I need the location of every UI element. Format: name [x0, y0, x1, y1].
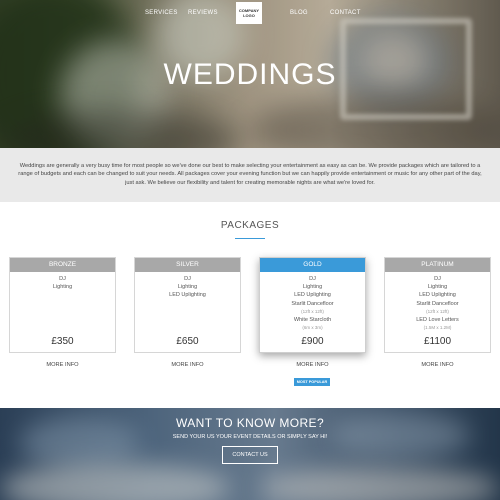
package-price: £1100: [423, 336, 452, 347]
nav-link-reviews[interactable]: REVIEWS: [188, 10, 218, 16]
package-feature: Lighting: [52, 284, 73, 291]
more-info-link-gold[interactable]: MORE INFO: [259, 362, 366, 368]
hero-banner: SERVICES REVIEWS COMPANY LOGO BLOG CONTA…: [0, 0, 500, 148]
cta-heading: WANT TO KNOW MORE?: [175, 416, 325, 430]
more-info-link-silver[interactable]: MORE INFO: [134, 362, 241, 368]
package-card-gold[interactable]: GOLD DJ Lighting LED Uplighting Starlit …: [259, 257, 366, 353]
logo-line-2: LOGO: [243, 13, 255, 18]
package-feature: LED Uplighting: [169, 292, 206, 299]
packages-heading: PACKAGES: [220, 220, 280, 231]
package-card-bronze[interactable]: BRONZE DJ Lighting £350: [9, 257, 116, 353]
nav-link-services[interactable]: SERVICES: [145, 10, 178, 16]
package-name: BRONZE: [10, 258, 115, 272]
package-feature-size: (12ft x 12ft): [426, 308, 449, 314]
package-feature: Starlit Dancefloor: [291, 300, 334, 307]
package-price: £350: [51, 336, 74, 347]
package-price: £650: [176, 336, 199, 347]
package-price: £900: [301, 336, 324, 347]
company-logo[interactable]: COMPANY LOGO: [236, 2, 262, 24]
contact-cta-section: WANT TO KNOW MORE? SEND YOUR US YOUR EVE…: [0, 408, 500, 500]
package-feature: White Starcloth: [293, 316, 332, 323]
most-popular-badge: MOST POPULAR: [294, 378, 330, 386]
package-feature-size: (6m x 3m): [302, 325, 323, 331]
package-feature: DJ: [59, 276, 66, 282]
package-features: DJ Lighting LED Uplighting: [135, 272, 240, 300]
top-nav: SERVICES REVIEWS COMPANY LOGO BLOG CONTA…: [0, 0, 500, 30]
packages-divider: [235, 238, 265, 239]
package-feature: Lighting: [427, 284, 448, 291]
package-card-silver[interactable]: SILVER DJ Lighting LED Uplighting £650: [134, 257, 241, 353]
package-name: PLATINUM: [385, 258, 490, 272]
page-title: WEDDINGS: [163, 58, 337, 91]
package-feature: Starlit Dancefloor: [416, 300, 459, 307]
package-feature: LED Love Letters: [416, 316, 459, 323]
package-name: GOLD: [260, 258, 365, 272]
package-feature: DJ: [309, 276, 316, 282]
cta-subtitle: SEND YOUR US YOUR EVENT DETAILS OR SIMPL…: [172, 434, 328, 440]
package-features: DJ Lighting LED Uplighting Starlit Dance…: [260, 272, 365, 332]
package-features: DJ Lighting LED Uplighting Starlit Dance…: [385, 272, 490, 332]
package-feature: Lighting: [302, 284, 323, 291]
contact-us-button[interactable]: CONTACT US: [222, 446, 278, 464]
cta-bg-shape: [0, 463, 230, 500]
nav-link-blog[interactable]: BLOG: [290, 10, 308, 16]
package-feature-size: (12ft x 12ft): [301, 308, 324, 314]
package-feature-size: (1.5M x 1.2M): [423, 325, 452, 331]
package-feature: DJ: [434, 276, 441, 282]
package-feature: LED Uplighting: [419, 292, 456, 299]
intro-section: Weddings are generally a very busy time …: [0, 148, 500, 202]
package-features: DJ Lighting: [10, 272, 115, 291]
more-info-link-bronze[interactable]: MORE INFO: [9, 362, 116, 368]
package-feature: DJ: [184, 276, 191, 282]
package-name: SILVER: [135, 258, 240, 272]
cta-bg-shape: [260, 468, 500, 500]
package-feature: Lighting: [177, 284, 198, 291]
package-feature: LED Uplighting: [294, 292, 331, 299]
more-info-link-platinum[interactable]: MORE INFO: [384, 362, 491, 368]
intro-text: Weddings are generally a very busy time …: [18, 163, 482, 186]
package-card-platinum[interactable]: PLATINUM DJ Lighting LED Uplighting Star…: [384, 257, 491, 353]
nav-link-contact[interactable]: CONTACT: [330, 10, 361, 16]
